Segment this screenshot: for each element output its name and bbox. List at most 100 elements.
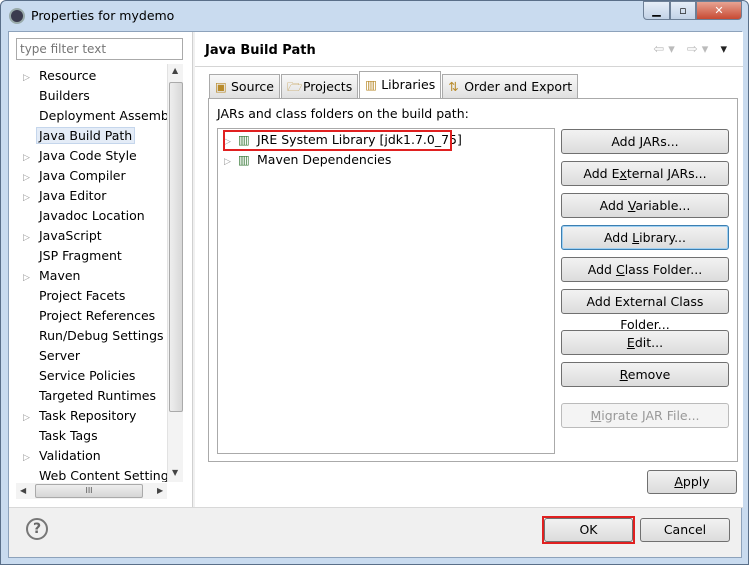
add-jars-button[interactable]: Add JARs... [561, 129, 729, 154]
vertical-scrollbar[interactable]: ▲ ▼ [167, 64, 183, 482]
divider [9, 507, 743, 508]
mnemonic: M [590, 408, 602, 423]
tree-item[interactable]: Deployment Assembly [23, 106, 167, 126]
add-library-button[interactable]: Add Library... [561, 225, 729, 250]
expand-arrow-icon[interactable]: ▷ [23, 228, 39, 248]
expand-arrow-icon[interactable]: ▷ [23, 168, 39, 188]
tab-source[interactable]: ▣ Source [209, 74, 280, 98]
tree-item[interactable]: Server [23, 346, 80, 366]
tree-item[interactable]: ▷ Java Compiler [23, 166, 126, 186]
scroll-right-icon[interactable]: ▶ [157, 486, 163, 495]
chevron-down-icon[interactable]: ▾ [702, 42, 713, 57]
button-label: Add [599, 198, 628, 213]
edit-button[interactable]: Edit... [561, 330, 729, 355]
button-label: Add [611, 134, 640, 149]
tree-item[interactable]: ▷ Task Repository [23, 406, 136, 426]
chevron-down-icon[interactable]: ▾ [668, 42, 679, 57]
tree-item[interactable]: Builders [23, 86, 90, 106]
tree-item-label: JSP Fragment [39, 248, 122, 263]
tree-item[interactable]: Project References [23, 306, 155, 326]
tree-item[interactable]: Web Content Settings [23, 466, 167, 482]
add-variable-button[interactable]: Add Variable... [561, 193, 729, 218]
tree-item-label: Maven [39, 268, 81, 283]
title-bar[interactable]: Properties for mydemo ▁ ▫ ✕ [1, 1, 748, 31]
tree-item[interactable]: ▷ Java Code Style [23, 146, 137, 166]
expand-arrow-icon[interactable]: ▷ [224, 152, 238, 172]
tree-item[interactable]: Targeted Runtimes [23, 386, 156, 406]
apply-button[interactable]: Apply [647, 470, 737, 494]
library-label: Maven Dependencies [257, 152, 392, 167]
cancel-button[interactable]: Cancel [640, 518, 730, 542]
tree-item[interactable]: ▷ Resource [23, 66, 96, 86]
migrate-jar-file-button: Migrate JAR File... [561, 403, 729, 428]
mnemonic: C [615, 262, 625, 277]
add-external-class-folder-button[interactable]: Add External Class Folder... [561, 289, 729, 332]
back-arrow-icon[interactable]: ⇦ [653, 42, 668, 57]
scroll-left-icon[interactable]: ◀ [20, 486, 26, 495]
page-navigation: ⇦▾ ⇨▾ ▾ [653, 42, 731, 57]
tree-item[interactable]: JSP Fragment [23, 246, 122, 266]
add-class-folder-button[interactable]: Add Class Folder... [561, 257, 729, 282]
tree-item-label: Targeted Runtimes [39, 388, 156, 403]
expand-arrow-icon[interactable]: ▷ [23, 188, 39, 208]
scroll-down-icon[interactable]: ▼ [172, 468, 178, 477]
expand-arrow-icon[interactable]: ▷ [23, 408, 39, 428]
scroll-thumb[interactable]: III [35, 484, 143, 498]
tree-item[interactable]: Service Policies [23, 366, 135, 386]
properties-dialog: Properties for mydemo ▁ ▫ ✕ ▷ResourceBui… [0, 0, 749, 565]
maximize-button[interactable]: ▫ [670, 1, 696, 20]
tree-item-label: Java Editor [39, 188, 107, 203]
tab-projects[interactable]: 🗁Projects [280, 74, 359, 98]
add-external-jars-button[interactable]: Add External JARs... [561, 161, 729, 186]
button-label: ternal JARs... [626, 166, 707, 181]
mnemonic: R [619, 367, 628, 382]
tree-item[interactable]: ▷ Java Editor [23, 186, 106, 206]
tree-item[interactable]: ▷ JavaScript [23, 226, 102, 246]
tree-item[interactable]: Task Tags [23, 426, 98, 446]
expand-arrow-icon[interactable]: ▷ [23, 68, 39, 88]
page-title: Java Build Path [205, 43, 316, 58]
forward-arrow-icon[interactable]: ⇨ [687, 42, 702, 57]
filter-input[interactable] [16, 38, 183, 60]
expand-arrow-icon[interactable]: ▷ [23, 268, 39, 288]
tree-item-label: Java Build Path [36, 127, 136, 144]
remove-button[interactable]: Remove [561, 362, 729, 387]
divider [195, 66, 743, 67]
tab-bar: ▣ Source 🗁Projects ▥ Libraries ⇅ Order and Exp… [209, 71, 579, 98]
button-label: Add [587, 262, 616, 277]
button-label: Add E [583, 166, 620, 181]
tree-item[interactable]: Java Build Path [23, 126, 136, 146]
tree-item[interactable]: ▷ Validation [23, 446, 101, 466]
button-label: lass Folder... [624, 262, 703, 277]
tree-item-label: Task Repository [39, 408, 137, 423]
tree-item-label: Javadoc Location [39, 208, 145, 223]
horizontal-scrollbar[interactable]: ◀ III ▶ [16, 483, 167, 499]
tab-order-and-export[interactable]: ⇅ Order and Export [442, 74, 579, 98]
button-label: ARs... [642, 134, 679, 149]
minimize-button[interactable]: ▁ [643, 1, 670, 20]
library-item[interactable]: ▷ ▥ Maven Dependencies [224, 150, 391, 170]
scroll-thumb[interactable] [169, 82, 183, 412]
tree-item[interactable]: Run/Debug Settings [23, 326, 164, 346]
tree-item[interactable]: ▷ Maven [23, 266, 80, 286]
button-label: igrate JAR File... [601, 408, 700, 423]
button-label: ariable... [635, 198, 691, 213]
close-button[interactable]: ✕ [696, 1, 742, 20]
expand-arrow-icon[interactable]: ▷ [23, 448, 39, 468]
expand-arrow-icon[interactable]: ▷ [23, 148, 39, 168]
tree-item-label: Project Facets [39, 288, 126, 303]
tab-libraries[interactable]: ▥ Libraries [359, 71, 442, 98]
tree-item[interactable]: Javadoc Location [23, 206, 145, 226]
library-list[interactable]: ▷ ▥ JRE System Library [jdk1.7.0_75] ▷ ▥ Mave… [217, 128, 555, 454]
tree-item[interactable]: Project Facets [23, 286, 125, 306]
tree-item-label: Run/Debug Settings [39, 328, 164, 343]
tree-item-label: Project References [39, 308, 156, 323]
help-icon[interactable]: ? [26, 518, 48, 540]
tree-item-label: Deployment Assembly [39, 108, 167, 123]
view-menu-icon[interactable]: ▾ [720, 42, 731, 57]
scroll-up-icon[interactable]: ▲ [172, 66, 178, 75]
button-label: dit... [634, 335, 664, 350]
mnemonic: A [674, 474, 683, 489]
library-icon: ▥ [238, 152, 250, 167]
tree-item-label: JavaScript [39, 228, 102, 243]
